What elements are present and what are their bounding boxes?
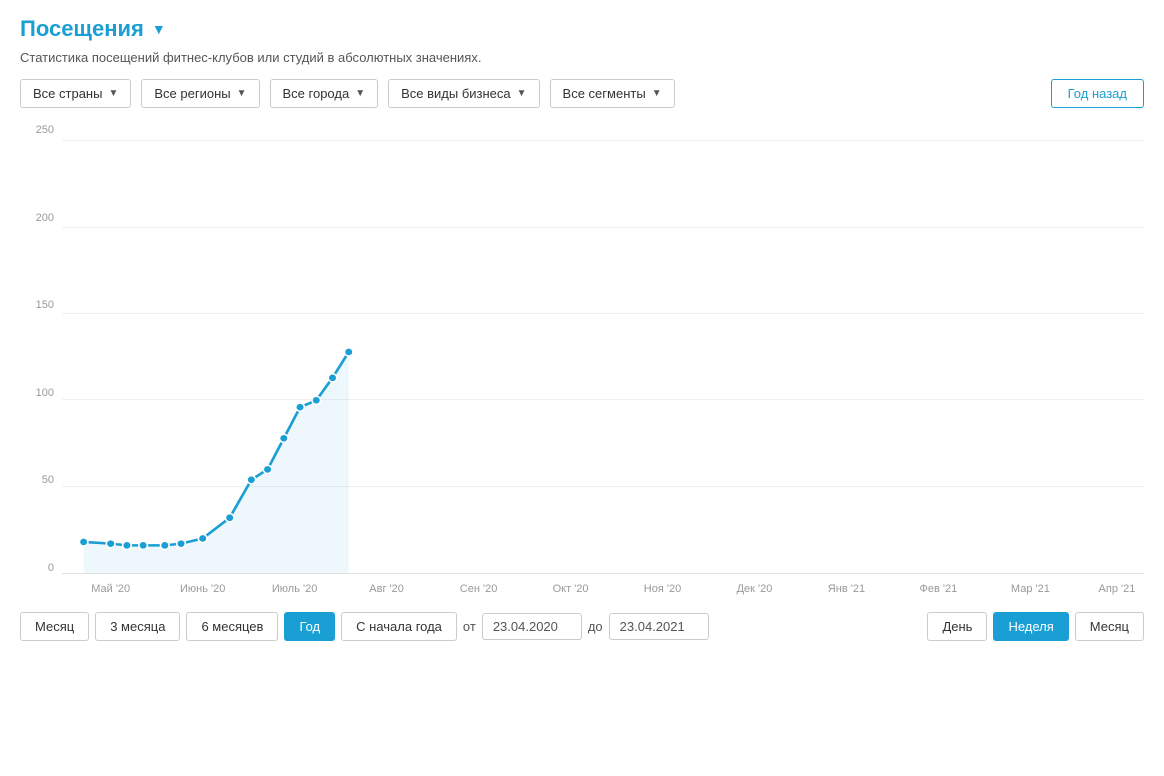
x-label: Сен '20 (460, 583, 498, 595)
date-to-input[interactable] (609, 613, 709, 640)
gran-week[interactable]: Неделя (993, 612, 1068, 641)
x-label: Дек '20 (737, 583, 773, 595)
filter-countries[interactable]: Все страны ▼ (20, 79, 131, 108)
x-label: Июль '20 (272, 583, 317, 595)
x-label: Апр '21 (1099, 583, 1136, 595)
y-label-50: 50 (20, 474, 60, 486)
y-axis: 0 50 100 150 200 250 (20, 124, 60, 574)
filters-row: Все страны ▼ Все регионы ▼ Все города ▼ … (20, 79, 1144, 108)
period-year[interactable]: Год (284, 612, 335, 641)
filter-business[interactable]: Все виды бизнеса ▼ (388, 79, 539, 108)
gran-month[interactable]: Месяц (1075, 612, 1144, 641)
period-3months[interactable]: 3 месяца (95, 612, 180, 641)
period-month[interactable]: Месяц (20, 612, 89, 641)
granularity-group: День Неделя Месяц (927, 612, 1144, 641)
period-ytd[interactable]: С начала года (341, 612, 457, 641)
chart-area: 0 50 100 150 200 250 Май '20 Июнь '20 Июль… (20, 124, 1144, 604)
filter-business-arrow: ▼ (517, 88, 527, 99)
x-axis: Май '20 Июнь '20 Июль '20 Авг '20 Сен '20 Окт… (62, 574, 1144, 604)
x-label: Окт '20 (553, 583, 589, 595)
x-label: Авг '20 (369, 583, 404, 595)
filter-cities-arrow: ▼ (355, 88, 365, 99)
year-back-button[interactable]: Год назад (1051, 79, 1144, 108)
x-label: Мар '21 (1011, 583, 1050, 595)
y-label-0: 0 (20, 562, 60, 574)
bottom-controls: Месяц 3 месяца 6 месяцев Год С начала го… (20, 612, 1144, 641)
x-label: Май '20 (91, 583, 130, 595)
page-subtitle: Статистика посещений фитнес-клубов или с… (20, 50, 1144, 65)
filter-segments-arrow: ▼ (652, 88, 662, 99)
to-label: до (588, 619, 603, 634)
page-title: Посещения (20, 16, 144, 42)
x-label: Ноя '20 (644, 583, 681, 595)
gran-day[interactable]: День (927, 612, 987, 641)
x-label: Фев '21 (920, 583, 958, 595)
y-label-100: 100 (20, 387, 60, 399)
y-label-150: 150 (20, 299, 60, 311)
x-label: Янв '21 (828, 583, 865, 595)
y-label-200: 200 (20, 212, 60, 224)
x-label: Июнь '20 (180, 583, 225, 595)
from-label: от (463, 619, 476, 634)
date-from-input[interactable] (482, 613, 582, 640)
filter-cities[interactable]: Все города ▼ (270, 79, 379, 108)
y-label-250: 250 (20, 124, 60, 136)
title-dropdown-icon[interactable]: ▼ (152, 21, 166, 37)
chart-inner (62, 124, 1144, 574)
filter-segments[interactable]: Все сегменты ▼ (550, 79, 675, 108)
filter-countries-arrow: ▼ (108, 88, 118, 99)
line-chart-svg (62, 124, 1144, 573)
filter-regions[interactable]: Все регионы ▼ (141, 79, 259, 108)
period-6months[interactable]: 6 месяцев (186, 612, 278, 641)
filter-regions-arrow: ▼ (237, 88, 247, 99)
